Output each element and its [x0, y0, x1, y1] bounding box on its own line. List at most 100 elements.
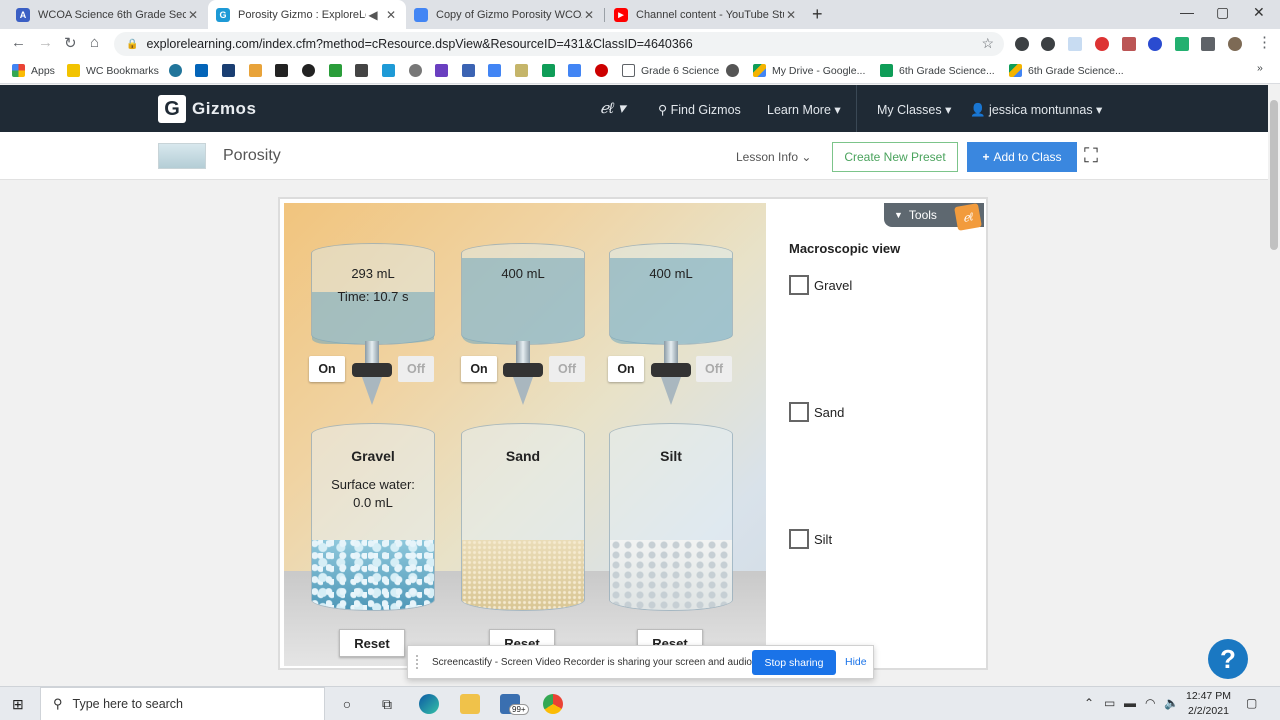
bookmark-grade6[interactable]: Grade 6 Science — [622, 64, 719, 77]
gizmos-logo-text[interactable]: Gizmos — [192, 99, 256, 119]
forward-icon[interactable]: → — [38, 34, 53, 51]
my-classes-menu[interactable]: My Classes ▾ — [877, 102, 951, 117]
task-view-icon[interactable]: ⧉ — [377, 694, 397, 714]
chrome-icon[interactable] — [543, 694, 563, 714]
tools-tab[interactable]: ▼ Tools ℯℓ — [884, 203, 984, 231]
valve-gravel[interactable] — [352, 341, 392, 405]
system-clock[interactable]: 12:47 PM 2/2/2021 — [1186, 689, 1231, 719]
extension-shield-icon[interactable] — [1015, 37, 1029, 51]
macroscopic-silt-checkbox[interactable]: Silt — [789, 529, 832, 549]
file-explorer-icon[interactable] — [460, 694, 480, 714]
user-menu[interactable]: 👤 jessica montunnas ▾ — [970, 102, 1102, 118]
extension-record-icon[interactable] — [1095, 37, 1109, 51]
valve-on-button[interactable]: On — [309, 356, 345, 382]
valve-on-button[interactable]: On — [461, 356, 497, 382]
valve-sand[interactable] — [503, 341, 543, 405]
scrollbar-thumb[interactable] — [1270, 100, 1278, 250]
taskbar-search[interactable]: ⚲ Type here to search — [40, 687, 325, 720]
checkbox[interactable] — [789, 402, 809, 422]
browser-tab[interactable]: ▶ Channel content - YouTube Studio ✕ — [606, 0, 806, 29]
checkbox[interactable] — [789, 275, 809, 295]
home-icon[interactable]: ⌂ — [90, 34, 99, 51]
sheets-icon[interactable] — [542, 64, 555, 77]
window-close-icon[interactable]: ✕ — [1253, 4, 1265, 21]
bookmark-6th-grade-b[interactable]: 6th Grade Science... — [1009, 64, 1124, 77]
extensions-puzzle-icon[interactable] — [1201, 37, 1215, 51]
valve-off-button[interactable]: Off — [549, 356, 585, 382]
profile-avatar[interactable] — [1228, 37, 1242, 51]
close-tab-icon[interactable]: ✕ — [784, 8, 798, 22]
valve-off-button[interactable]: Off — [696, 356, 732, 382]
reset-button[interactable]: Reset — [339, 629, 405, 657]
bookmark-apps[interactable]: Apps — [12, 64, 55, 77]
macroscopic-sand-checkbox[interactable]: Sand — [789, 402, 844, 422]
battery-icon[interactable]: ▬ — [1124, 696, 1136, 710]
wordpress-icon[interactable] — [169, 64, 182, 77]
bookmark-wc-bookmarks[interactable]: WC Bookmarks — [67, 64, 159, 77]
tray-chevron-up-icon[interactable]: ⌃ — [1084, 696, 1094, 710]
bookmark-site-icon[interactable] — [462, 64, 475, 77]
learn-more-menu[interactable]: Learn More ▾ — [767, 102, 841, 117]
extension-folder-icon[interactable] — [1068, 37, 1082, 51]
gizmos-logo-icon[interactable]: G — [158, 95, 186, 123]
drag-handle-icon[interactable] — [416, 655, 422, 669]
bookmark-star-icon[interactable]: ☆ — [981, 35, 994, 52]
bookmark-site-icon[interactable] — [595, 64, 608, 77]
help-button[interactable]: ? — [1208, 639, 1248, 679]
checkbox[interactable] — [789, 529, 809, 549]
fullscreen-icon[interactable]: ⛶ — [1084, 145, 1098, 168]
browser-tab[interactable]: A WCOA Science 6th Grade Second ✕ — [8, 0, 208, 29]
extension-screencastify-icon[interactable] — [1122, 37, 1136, 51]
close-tab-icon[interactable]: ✕ — [384, 8, 398, 22]
browser-tab-active[interactable]: G Porosity Gizmo : ExploreLearning ◀ ✕ — [208, 0, 406, 29]
gizmos-icon[interactable] — [382, 64, 395, 77]
windows-start-icon[interactable]: ⊞ — [12, 696, 24, 713]
address-bar[interactable]: 🔒 explorelearning.com/index.cfm?method=c… — [114, 32, 1004, 56]
valve-off-button[interactable]: Off — [398, 356, 434, 382]
create-new-preset-button[interactable]: Create New Preset — [832, 142, 958, 172]
wifi-icon[interactable]: ◠ — [1145, 696, 1155, 710]
lesson-info-dropdown[interactable]: Lesson Info ⌄ — [736, 150, 811, 164]
notifications-icon[interactable]: ▢ — [1246, 696, 1257, 710]
el-menu[interactable]: ℯℓ ▾ — [600, 99, 625, 117]
bookmark-my-drive[interactable]: My Drive - Google... — [753, 64, 865, 77]
valve-on-button[interactable]: On — [608, 356, 644, 382]
maximize-icon[interactable]: ▢ — [1216, 4, 1229, 21]
extension-shield-icon[interactable] — [1041, 37, 1055, 51]
back-icon[interactable]: ← — [11, 34, 26, 51]
edge-icon[interactable] — [419, 694, 439, 714]
graduation-cap-icon[interactable] — [222, 64, 235, 77]
more-bookmarks-icon[interactable]: » — [1257, 62, 1263, 74]
valve-silt[interactable] — [651, 341, 691, 405]
hide-link[interactable]: Hide — [845, 656, 867, 668]
chrome-menu-icon[interactable]: ⋮ — [1257, 33, 1272, 51]
close-tab-icon[interactable]: ✕ — [582, 8, 596, 22]
extension-k-icon[interactable] — [1148, 37, 1162, 51]
bookmark-w-icon[interactable] — [355, 64, 368, 77]
volume-icon[interactable]: 🔈 — [1164, 696, 1179, 710]
docs-icon[interactable] — [568, 64, 581, 77]
apple-icon[interactable] — [726, 64, 739, 77]
bookmark-site-icon[interactable] — [409, 64, 422, 77]
bookmark-site-icon[interactable] — [302, 64, 315, 77]
kahoot-icon[interactable] — [329, 64, 342, 77]
docs-icon[interactable] — [488, 64, 501, 77]
cortana-icon[interactable]: ○ — [337, 694, 357, 714]
add-to-class-button[interactable]: + Add to Class — [967, 142, 1077, 172]
reload-icon[interactable]: ↻ — [64, 34, 77, 52]
bookmark-site-icon[interactable] — [249, 64, 262, 77]
stop-sharing-button[interactable]: Stop sharing — [752, 650, 836, 675]
browser-tab[interactable]: Copy of Gizmo Porosity WCOA - ✕ — [406, 0, 604, 29]
outlook-icon[interactable] — [195, 64, 208, 77]
bookmark-site-icon[interactable] — [515, 64, 528, 77]
find-gizmos-link[interactable]: ⚲ Find Gizmos — [658, 102, 741, 117]
audio-icon[interactable]: ◀ — [366, 8, 380, 22]
minimize-icon[interactable]: — — [1180, 4, 1194, 20]
extension-classroom-icon[interactable] — [1175, 37, 1189, 51]
bookmark-6th-grade-a[interactable]: 6th Grade Science... — [880, 64, 995, 77]
tray-device-icon[interactable]: ▭ — [1104, 696, 1115, 710]
macroscopic-gravel-checkbox[interactable]: Gravel — [789, 275, 852, 295]
page-scrollbar[interactable] — [1268, 85, 1280, 686]
close-tab-icon[interactable]: ✕ — [186, 8, 200, 22]
bookmark-site-icon[interactable] — [275, 64, 288, 77]
